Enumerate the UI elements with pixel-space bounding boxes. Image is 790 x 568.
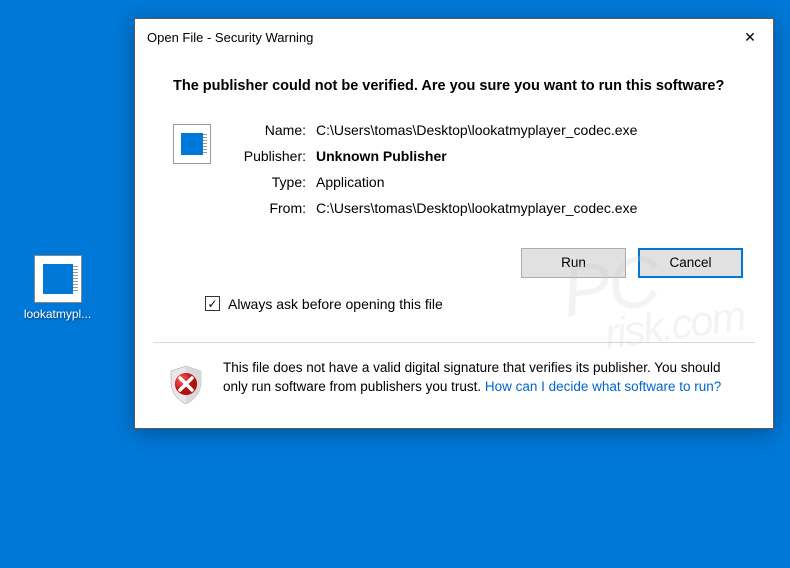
dialog-footer: This file does not have a valid digital … <box>135 344 773 428</box>
type-value: Application <box>316 174 385 190</box>
type-label: Type: <box>231 174 316 190</box>
from-value: C:\Users\tomas\Desktop\lookatmyplayer_co… <box>316 200 637 216</box>
dialog-body: The publisher could not be verified. Are… <box>135 55 773 336</box>
from-label: From: <box>231 200 316 216</box>
footer-help-link[interactable]: How can I decide what software to run? <box>485 379 721 394</box>
checkmark-icon: ✓ <box>207 297 217 311</box>
cancel-button[interactable]: Cancel <box>638 248 743 278</box>
always-ask-row[interactable]: ✓ Always ask before opening this file <box>205 296 743 312</box>
shield-warning-icon <box>165 364 207 406</box>
detail-row-name: Name: C:\Users\tomas\Desktop\lookatmypla… <box>231 122 637 138</box>
security-warning-dialog: Open File - Security Warning ✕ The publi… <box>134 18 774 429</box>
details-table: Name: C:\Users\tomas\Desktop\lookatmypla… <box>231 122 637 226</box>
always-ask-label: Always ask before opening this file <box>228 296 443 312</box>
file-details: Name: C:\Users\tomas\Desktop\lookatmypla… <box>173 122 743 226</box>
warning-question: The publisher could not be verified. Are… <box>173 77 743 96</box>
footer-text: This file does not have a valid digital … <box>223 358 743 397</box>
publisher-label: Publisher: <box>231 148 316 164</box>
close-icon: ✕ <box>744 29 756 46</box>
desktop-file-icon[interactable]: lookatmypl... <box>15 255 100 321</box>
file-type-icon <box>173 124 211 164</box>
dialog-title: Open File - Security Warning <box>147 30 313 45</box>
detail-row-publisher: Publisher: Unknown Publisher <box>231 148 637 164</box>
name-value: C:\Users\tomas\Desktop\lookatmyplayer_co… <box>316 122 637 138</box>
always-ask-checkbox[interactable]: ✓ <box>205 296 220 311</box>
detail-row-from: From: C:\Users\tomas\Desktop\lookatmypla… <box>231 200 637 216</box>
close-button[interactable]: ✕ <box>727 19 773 55</box>
button-row: Run Cancel <box>173 248 743 278</box>
desktop-file-label: lookatmypl... <box>24 307 91 321</box>
run-button[interactable]: Run <box>521 248 626 278</box>
publisher-value: Unknown Publisher <box>316 148 447 164</box>
dialog-titlebar[interactable]: Open File - Security Warning ✕ <box>135 19 773 55</box>
desktop-file-icon-image <box>34 255 82 303</box>
detail-row-type: Type: Application <box>231 174 637 190</box>
name-label: Name: <box>231 122 316 138</box>
